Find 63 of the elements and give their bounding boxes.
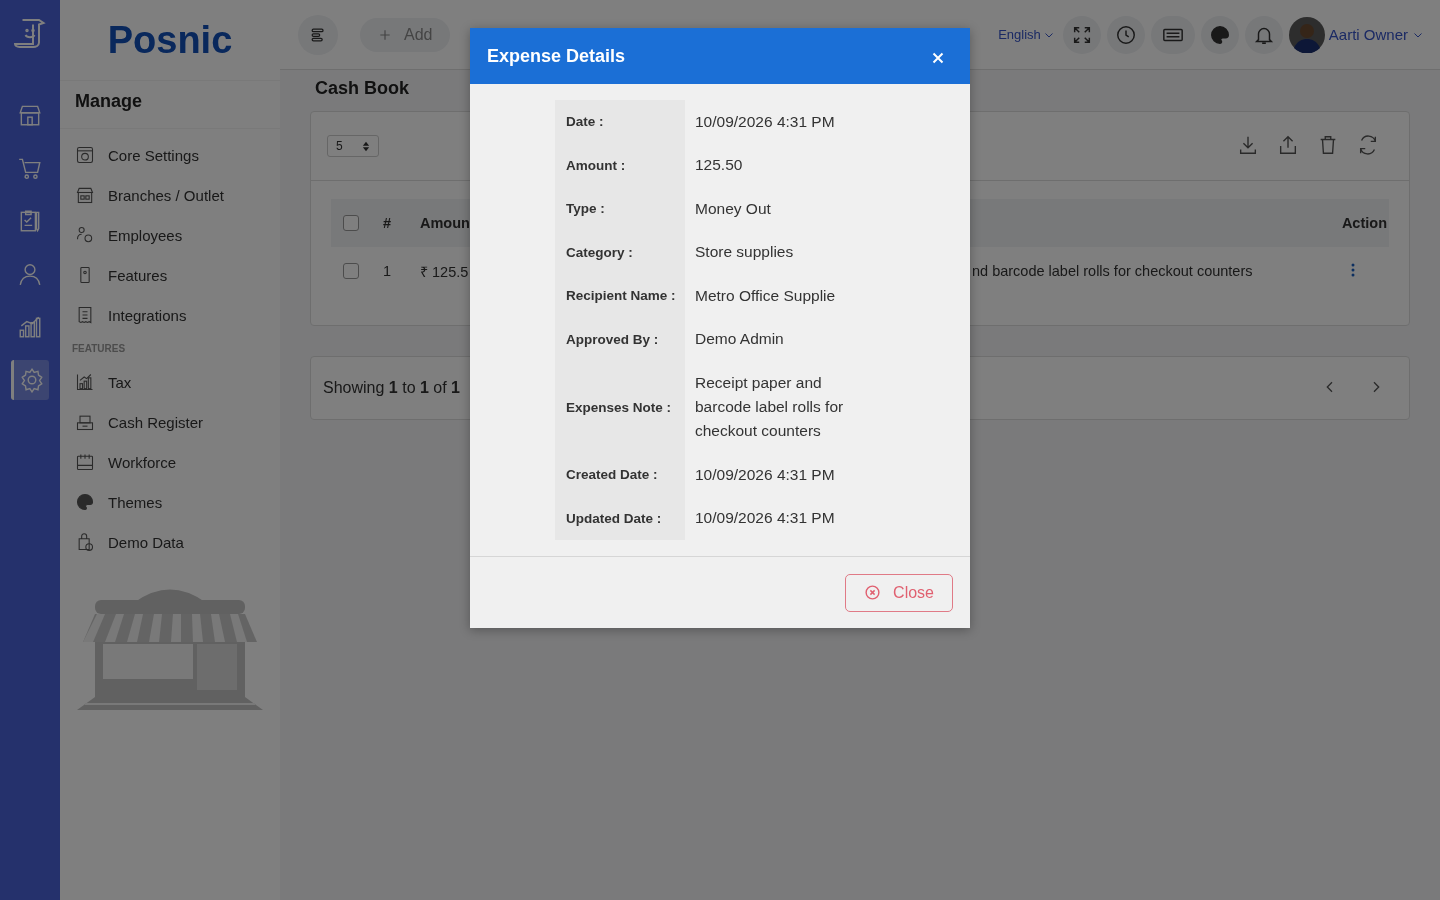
field-value: Store supplies	[694, 242, 795, 263]
field-label: Type :	[555, 187, 685, 231]
person-icon	[17, 261, 43, 287]
sidebar-item[interactable]: Core Settings	[60, 135, 280, 175]
field-value: Receipt paper and barcode label rolls for checkout counters	[694, 373, 845, 441]
column-header: Action	[1340, 215, 1388, 231]
close-circle-icon	[864, 584, 882, 601]
column-header: #	[383, 215, 393, 231]
sidebar-item[interactable]: Branches / Outlet	[60, 175, 280, 215]
sort-caret-icon	[362, 140, 370, 152]
palette-icon	[1208, 23, 1231, 46]
kebab-icon	[1351, 262, 1355, 277]
column-header: Amoun	[420, 215, 470, 231]
storefront-icon	[75, 185, 95, 205]
field-label: Category :	[555, 230, 685, 274]
bar-chart-icon	[17, 314, 43, 340]
field-value: 10/09/2026 4:31 PM	[694, 464, 836, 485]
menu-button[interactable]	[298, 14, 338, 55]
field-value: 10/09/2026 4:31 PM	[694, 508, 836, 529]
field-label: Approved By :	[555, 317, 685, 361]
sidebar-item[interactable]: Cash Register	[60, 402, 280, 442]
sidebar-item[interactable]: Themes	[60, 482, 280, 522]
plus-icon	[378, 27, 392, 42]
sidebar-item[interactable]: Features	[60, 255, 280, 295]
posnic-logo: Posnic	[106, 17, 234, 63]
field-label: Date :	[555, 100, 685, 144]
field-value: Demo Admin	[694, 329, 785, 350]
table-cell-text: ₹ 125.5	[420, 263, 470, 281]
modal-title: Expense Details	[487, 45, 626, 67]
clock-icon	[1114, 23, 1137, 46]
field-label: Recipient Name :	[555, 274, 685, 318]
entries-summary: Showing 1 to 1 of 1	[323, 379, 460, 397]
table-cell-text: 1	[383, 263, 393, 279]
table-cell-text: nd barcode label rolls for checkout counters	[972, 263, 1254, 279]
field-value: 10/09/2026 4:31 PM	[694, 111, 836, 132]
growth-chart-icon	[75, 372, 95, 392]
sidebar-item[interactable]: Integrations	[60, 295, 280, 335]
page-title: Cash Book	[315, 78, 411, 99]
sidebar-item[interactable]: Employees	[60, 215, 280, 255]
sidebar-item[interactable]: Workforce	[60, 442, 280, 482]
page-size-select[interactable]: 5	[327, 135, 379, 157]
close-button[interactable]: Close	[845, 573, 953, 612]
field-label: Updated Date :	[555, 496, 685, 540]
field-label: Created Date :	[555, 453, 685, 497]
field-value: 125.50	[694, 155, 744, 176]
calendar-icon	[75, 452, 95, 472]
avatar-icon	[1288, 16, 1325, 53]
section-heading: Manage	[60, 80, 280, 129]
toolbar-button[interactable]	[1150, 15, 1195, 54]
refresh-icon	[1357, 133, 1379, 156]
palette-icon	[75, 492, 95, 512]
field-value: Money Out	[694, 198, 772, 219]
field-value: Metro Office Supplie	[694, 285, 837, 306]
field-label: Expenses Note :	[555, 361, 685, 453]
sidebar-item[interactable]: Tax	[60, 362, 280, 402]
checkbox[interactable]	[343, 215, 359, 231]
sidebar-item[interactable]: Demo Data	[60, 522, 280, 562]
checkbox[interactable]	[343, 263, 359, 279]
upload-icon	[1277, 133, 1299, 156]
close-icon	[932, 51, 944, 64]
field-label: Amount :	[555, 143, 685, 187]
user-menu[interactable]: Aarti Owner	[1288, 16, 1424, 53]
language-dropdown[interactable]: English	[998, 27, 1055, 42]
